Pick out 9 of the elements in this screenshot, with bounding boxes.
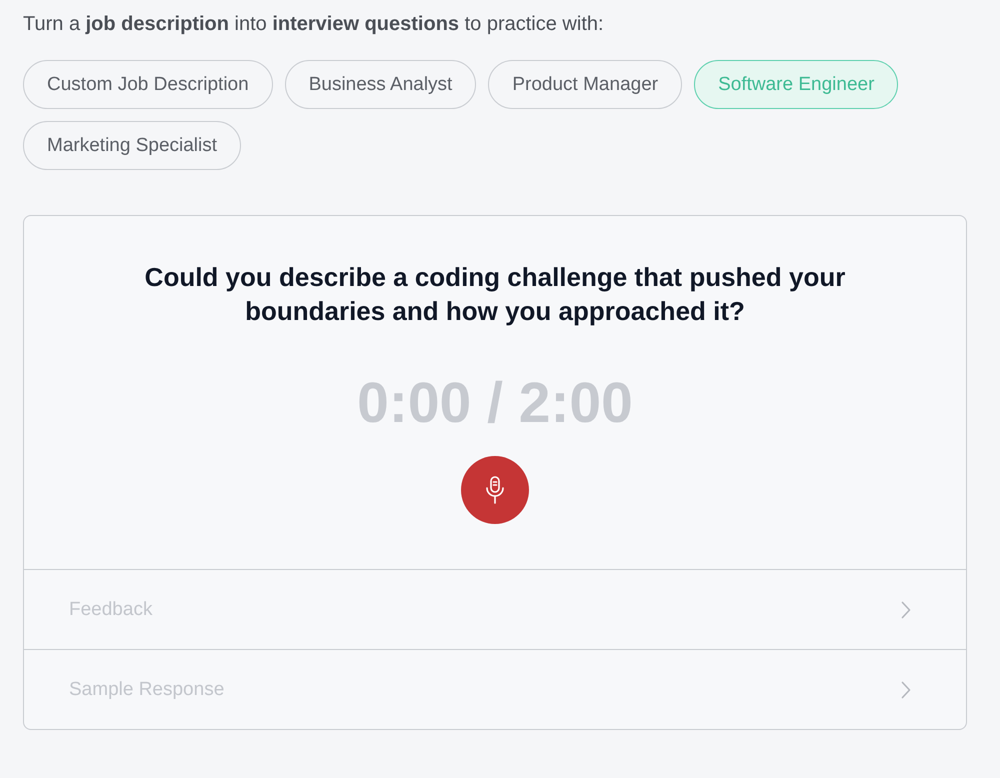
microphone-icon (483, 475, 507, 505)
job-chip[interactable]: Product Manager (488, 60, 682, 109)
job-chip[interactable]: Marketing Specialist (23, 121, 242, 170)
job-chip[interactable]: Business Analyst (284, 60, 476, 109)
intro-text: Turn a job description into interview questions to practice with: (23, 12, 605, 37)
chevron-icon (901, 680, 911, 698)
chevron-icon (901, 600, 911, 618)
job-chip[interactable]: Custom Job Description (23, 60, 273, 109)
question-text: Could you describe a coding challenge that pushed your boundaries and how you approached it? (144, 261, 846, 328)
